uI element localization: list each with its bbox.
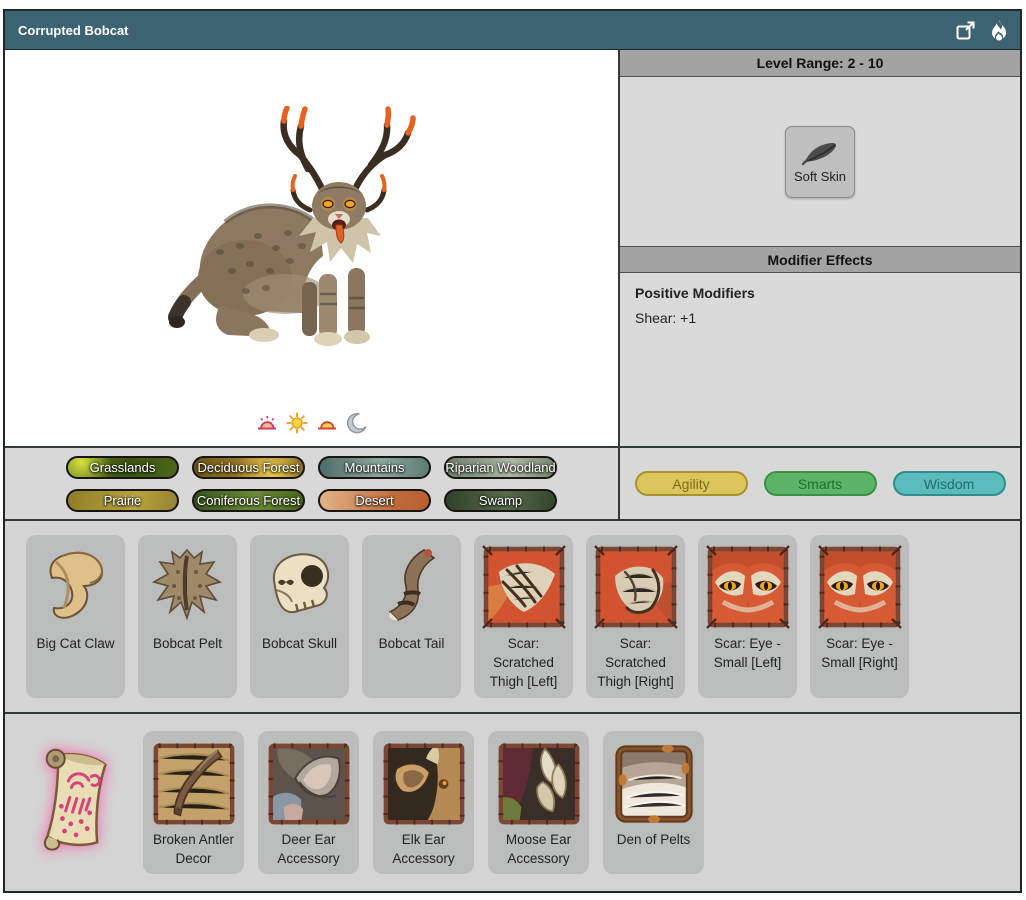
drop-label: Scar: Eye - Small [Right] xyxy=(810,632,909,672)
biome-badge-riparian-woodland[interactable]: Riparian Woodland xyxy=(444,456,557,479)
drop-card-scar-eye-small-left[interactable]: Scar: Eye - Small [Left] xyxy=(698,535,797,698)
creature-encyclopedia-window: Corrupted Bobcat xyxy=(3,9,1022,893)
bobcat-pelt-icon xyxy=(144,542,231,629)
positive-modifiers-title: Positive Modifiers xyxy=(635,285,1005,301)
craft-label: Elk Ear Accessory xyxy=(373,828,474,868)
biome-stat-row: Grasslands Deciduous Forest Mountains Ri… xyxy=(5,448,1020,521)
drop-card-scar-eye-small-right[interactable]: Scar: Eye - Small [Right] xyxy=(810,535,909,698)
moose-ear-accessory-icon xyxy=(494,738,584,830)
sunset-icon xyxy=(316,412,338,434)
drop-label: Scar: Scratched Thigh [Left] xyxy=(474,632,573,691)
scar-eye-small-left-icon xyxy=(703,542,793,632)
scar-eye-small-right-icon xyxy=(815,542,905,632)
stat-button-agility[interactable]: Agility xyxy=(635,471,748,496)
info-panel: Level Range: 2 - 10 Soft Skin Modifier E… xyxy=(618,50,1020,446)
drop-card-bobcat-skull[interactable]: Bobcat Skull xyxy=(250,535,349,698)
modifier-entry: Shear: +1 xyxy=(635,310,1005,326)
drop-label: Big Cat Claw xyxy=(33,632,117,653)
scar-scratched-thigh-right-icon xyxy=(591,542,681,632)
craft-card-elk-ear-accessory[interactable]: Elk Ear Accessory xyxy=(373,731,474,874)
biome-panel: Grasslands Deciduous Forest Mountains Ri… xyxy=(5,448,618,519)
recipe-scroll-wrap[interactable] xyxy=(17,744,129,862)
moon-icon xyxy=(346,412,368,434)
drop-label: Bobcat Pelt xyxy=(150,632,225,653)
feather-icon xyxy=(801,140,839,166)
page-title: Corrupted Bobcat xyxy=(18,23,129,38)
drop-label: Scar: Scratched Thigh [Right] xyxy=(586,632,685,691)
drop-label: Scar: Eye - Small [Left] xyxy=(698,632,797,672)
drop-label: Bobcat Skull xyxy=(259,632,340,653)
drop-card-scar-scratched-thigh-left[interactable]: Scar: Scratched Thigh [Left] xyxy=(474,535,573,698)
bobcat-skull-icon xyxy=(256,542,343,629)
drop-card-big-cat-claw[interactable]: Big Cat Claw xyxy=(26,535,125,698)
drop-card-scar-scratched-thigh-right[interactable]: Scar: Scratched Thigh [Right] xyxy=(586,535,685,698)
big-cat-claw-icon xyxy=(32,542,119,629)
scar-scratched-thigh-left-icon xyxy=(479,542,569,632)
craft-card-den-of-pelts[interactable]: Den of Pelts xyxy=(603,731,704,874)
drops-section: Big Cat Claw Bobcat Pelt Bobcat Sku xyxy=(5,521,1020,714)
biome-badge-desert[interactable]: Desert xyxy=(318,489,431,512)
scroll-icon xyxy=(29,744,117,862)
level-range-header: Level Range: 2 - 10 xyxy=(620,50,1020,77)
biome-badge-prairie[interactable]: Prairie xyxy=(66,489,179,512)
stat-panel: Agility Smarts Wisdom xyxy=(618,448,1020,519)
biome-badge-coniferous-forest[interactable]: Coniferous Forest xyxy=(192,489,305,512)
skill-area: Soft Skin xyxy=(620,77,1020,246)
sun-icon xyxy=(286,412,308,434)
crafting-section: Broken Antler Decor Deer Ear Accessory xyxy=(5,714,1020,891)
drop-label: Bobcat Tail xyxy=(376,632,448,653)
elk-ear-accessory-icon xyxy=(379,738,469,830)
stat-button-smarts[interactable]: Smarts xyxy=(764,471,877,496)
titlebar: Corrupted Bobcat xyxy=(5,11,1020,50)
craft-label: Moose Ear Accessory xyxy=(488,828,589,868)
external-link-icon[interactable] xyxy=(955,20,976,41)
biome-badge-mountains[interactable]: Mountains xyxy=(318,456,431,479)
craft-label: Deer Ear Accessory xyxy=(258,828,359,868)
corrupted-bobcat-image xyxy=(150,106,422,352)
modifier-effects-header: Modifier Effects xyxy=(620,246,1020,273)
craft-card-deer-ear-accessory[interactable]: Deer Ear Accessory xyxy=(258,731,359,874)
biome-badge-swamp[interactable]: Swamp xyxy=(444,489,557,512)
craft-card-moose-ear-accessory[interactable]: Moose Ear Accessory xyxy=(488,731,589,874)
main-row: Level Range: 2 - 10 Soft Skin Modifier E… xyxy=(5,50,1020,448)
drop-card-bobcat-tail[interactable]: Bobcat Tail xyxy=(362,535,461,698)
biome-badge-deciduous-forest[interactable]: Deciduous Forest xyxy=(192,456,305,479)
craft-label: Den of Pelts xyxy=(614,828,694,849)
biome-badge-grasslands[interactable]: Grasslands xyxy=(66,456,179,479)
skill-soft-skin-button[interactable]: Soft Skin xyxy=(785,126,855,198)
deer-ear-accessory-icon xyxy=(264,738,354,830)
craft-label: Broken Antler Decor xyxy=(143,828,244,868)
den-of-pelts-icon xyxy=(609,738,699,830)
active-times-row xyxy=(5,412,618,434)
modifier-effects-body: Positive Modifiers Shear: +1 xyxy=(620,273,1020,446)
bobcat-tail-icon xyxy=(368,542,455,629)
creature-image-panel xyxy=(5,50,618,446)
stat-button-wisdom[interactable]: Wisdom xyxy=(893,471,1006,496)
flame-icon[interactable] xyxy=(991,20,1007,41)
drop-card-bobcat-pelt[interactable]: Bobcat Pelt xyxy=(138,535,237,698)
skill-label: Soft Skin xyxy=(794,169,846,184)
craft-card-broken-antler-decor[interactable]: Broken Antler Decor xyxy=(143,731,244,874)
sunrise-icon xyxy=(256,412,278,434)
broken-antler-decor-icon xyxy=(149,738,239,830)
